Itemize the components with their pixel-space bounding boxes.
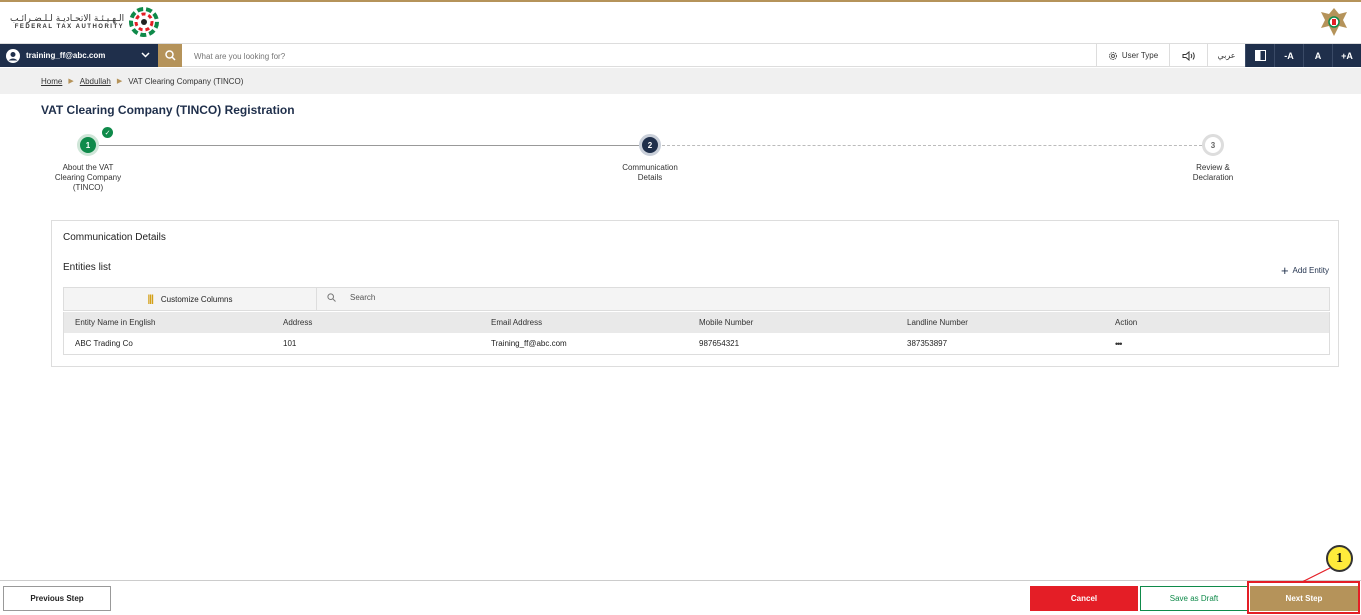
step-3-label: Review & Declaration	[1168, 163, 1258, 183]
plus-icon: +	[1280, 262, 1289, 278]
font-increase-button[interactable]: +A	[1332, 44, 1361, 67]
top-header: الـهـيـئـة الاتحـاديـة لـلـضـرائـب FEDER…	[0, 0, 1361, 40]
step-1-label-line: About the VAT	[62, 163, 114, 172]
step-3-number: 3	[1210, 140, 1216, 150]
nav-right-tools: User Type عربي -A A +A	[1096, 44, 1361, 67]
step-1-circle[interactable]: 1	[77, 134, 99, 156]
column-header-entity-name[interactable]: Entity Name in English	[64, 318, 272, 327]
more-actions-icon[interactable]: •••	[1115, 339, 1123, 349]
entities-list-title: Entities list	[63, 262, 111, 273]
user-type-button[interactable]: User Type	[1096, 44, 1169, 67]
columns-icon: |||	[147, 293, 154, 305]
column-header-email[interactable]: Email Address	[480, 318, 688, 327]
breadcrumb-current: VAT Clearing Company (TINCO)	[128, 76, 244, 86]
gear-icon	[1108, 51, 1117, 60]
table-toolbar: ||| Customize Columns Search	[63, 287, 1330, 311]
step-1-label-line: Clearing Company	[54, 173, 122, 182]
entities-table: Entity Name in English Address Email Add…	[63, 312, 1330, 355]
step-connector-completed	[99, 145, 639, 146]
cell-address: 101	[283, 339, 297, 348]
navigation-bar: training_ff@abc.com User Type عربي	[0, 43, 1361, 67]
search-button[interactable]	[158, 44, 182, 67]
table-header-row: Entity Name in English Address Email Add…	[63, 312, 1330, 333]
footer-actions: Previous Step Cancel Save as Draft Next …	[0, 580, 1361, 615]
add-entity-button[interactable]: + Add Entity	[1280, 262, 1329, 278]
breadcrumb-home-link[interactable]: Home	[41, 77, 62, 86]
step-3-label-line: Declaration	[1192, 173, 1234, 182]
user-avatar-icon	[6, 48, 20, 63]
breadcrumb: Home ▶ Abdullah ▶ VAT Clearing Company (…	[0, 68, 1361, 94]
cell-mobile: 987654321	[699, 339, 740, 348]
step-1-label-line: (TINCO)	[72, 183, 104, 192]
search-icon	[327, 293, 336, 302]
logo-text: الـهـيـئـة الاتحـاديـة لـلـضـرائـب FEDER…	[10, 14, 124, 30]
fta-emblem-icon	[129, 7, 160, 37]
cancel-button[interactable]: Cancel	[1030, 586, 1138, 611]
communication-details-card: Communication Details Entities list + Ad…	[51, 220, 1339, 367]
column-header-mobile[interactable]: Mobile Number	[688, 318, 896, 327]
cell-action: •••	[1104, 339, 1304, 349]
user-email: training_ff@abc.com	[26, 51, 106, 60]
breadcrumb-user-link[interactable]: Abdullah	[80, 77, 111, 86]
step-1-number: 1	[85, 140, 91, 150]
step-completed-check-icon: ✓	[102, 127, 113, 138]
customize-columns-label: Customize Columns	[160, 294, 233, 304]
chevron-down-icon[interactable]	[141, 51, 150, 60]
cell-landline: 387353897	[907, 339, 948, 348]
global-search-input[interactable]	[194, 50, 694, 62]
step-1-label: About the VAT Clearing Company (TINCO)	[43, 163, 133, 193]
cell-email: Training_ff@abc.com	[491, 339, 567, 348]
callout-number-badge: 1	[1326, 545, 1353, 572]
step-connector-pending	[662, 145, 1202, 146]
search-icon	[164, 50, 176, 61]
contrast-icon	[1254, 50, 1266, 61]
step-2-label-line: Details	[637, 173, 663, 182]
column-header-landline[interactable]: Landline Number	[896, 318, 1104, 327]
fta-logo[interactable]: الـهـيـئـة الاتحـاديـة لـلـضـرائـب FEDER…	[10, 6, 160, 38]
customize-columns-button[interactable]: ||| Customize Columns	[64, 288, 317, 310]
step-2-circle[interactable]: 2	[639, 134, 661, 156]
table-search-placeholder: Search	[350, 293, 376, 302]
speaker-icon	[1182, 50, 1195, 61]
font-normal-button[interactable]: A	[1303, 44, 1332, 67]
breadcrumb-arrow-icon: ▶	[68, 78, 74, 85]
step-3-label-line: Review &	[1196, 163, 1230, 172]
audio-button[interactable]	[1169, 44, 1207, 67]
card-title: Communication Details	[63, 232, 166, 243]
table-search[interactable]: Search	[327, 293, 375, 302]
step-2-label: Communication Details	[605, 163, 695, 183]
save-as-draft-button[interactable]: Save as Draft	[1140, 586, 1248, 611]
cell-entity-name: ABC Trading Co	[75, 339, 133, 348]
logo-arabic-text: الـهـيـئـة الاتحـاديـة لـلـضـرائـب	[10, 14, 125, 24]
column-header-address[interactable]: Address	[272, 318, 480, 327]
contrast-toggle[interactable]	[1245, 44, 1274, 67]
table-row: ABC Trading Co 101 Training_ff@abc.com 9…	[63, 333, 1330, 355]
language-toggle[interactable]: عربي	[1207, 44, 1245, 67]
previous-step-button[interactable]: Previous Step	[3, 586, 111, 611]
callout-highlight-box	[1247, 581, 1360, 614]
user-type-label: User Type	[1121, 51, 1159, 60]
logo-english-text: FEDERAL TAX AUTHORITY	[14, 24, 125, 30]
step-2-label-line: Communication	[622, 163, 678, 172]
font-decrease-button[interactable]: -A	[1274, 44, 1303, 67]
user-menu[interactable]: training_ff@abc.com	[0, 44, 158, 67]
registration-stepper: 1 ✓ About the VAT Clearing Company (TINC…	[0, 127, 1361, 200]
step-3-circle[interactable]: 3	[1202, 134, 1224, 156]
step-2-number: 2	[647, 140, 653, 150]
page-title: VAT Clearing Company (TINCO) Registratio…	[41, 103, 295, 117]
uae-emblem-icon	[1321, 8, 1347, 36]
breadcrumb-arrow-icon: ▶	[116, 78, 123, 85]
add-entity-label: Add Entity	[1292, 266, 1329, 275]
column-header-action: Action	[1115, 318, 1138, 327]
